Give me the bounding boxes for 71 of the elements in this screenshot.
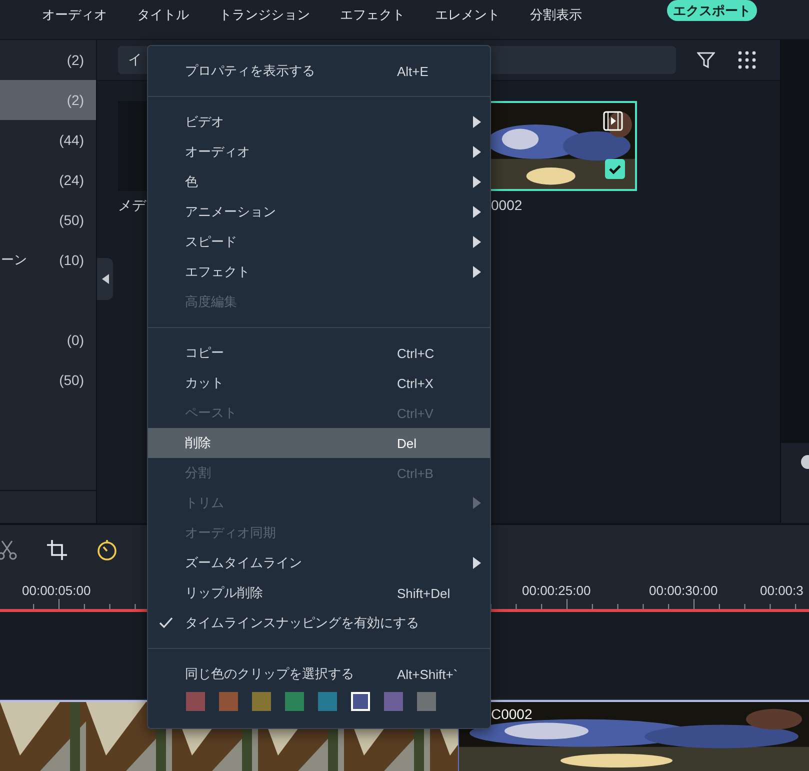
color-swatch[interactable] (351, 692, 370, 711)
film-icon (603, 111, 623, 131)
export-button[interactable]: エクスポート (667, 0, 757, 21)
menu-item[interactable]: タイトル (137, 0, 189, 24)
menu-item[interactable]: エフェクト (148, 257, 490, 287)
sidebar-item[interactable]: (2) (0, 80, 96, 120)
menu-item[interactable]: トランジション (219, 0, 310, 24)
color-swatch[interactable] (318, 692, 337, 711)
shortcut-label: Shift+Del (397, 586, 450, 600)
collapse-handle[interactable] (97, 258, 113, 300)
item-count: (10) (59, 252, 84, 268)
color-swatch[interactable] (384, 692, 403, 711)
menu-item[interactable]: リップル削除 Shift+Del (148, 578, 490, 608)
color-swatch[interactable] (417, 692, 436, 711)
item-count: (24) (59, 172, 84, 188)
sidebar-item[interactable]: (50) (0, 360, 96, 400)
sidebar-item[interactable]: ーン (10) (0, 240, 96, 280)
sidebar-item[interactable]: (50) (0, 200, 96, 240)
shortcut-label: Ctrl+X (397, 376, 434, 390)
color-swatch[interactable] (186, 692, 205, 711)
menu-item[interactable]: オーディオ (42, 0, 107, 24)
menu-item[interactable]: プロパティを表示する Alt+E (148, 56, 490, 86)
item-count: (0) (66, 332, 84, 348)
sidebar-item[interactable]: (2) (0, 40, 96, 80)
scissors-icon[interactable] (0, 539, 18, 561)
menu-item[interactable]: エフェクト (340, 0, 405, 24)
shortcut-label: Ctrl+B (397, 466, 434, 480)
menu-item[interactable]: ズームタイムライン (148, 548, 490, 578)
menu-item[interactable]: スピード (148, 227, 490, 257)
shortcut-label: Ctrl+V (397, 406, 434, 420)
crop-icon[interactable] (46, 539, 68, 561)
shortcut-label: Del (397, 436, 417, 450)
menu-item[interactable]: カット Ctrl+X (148, 368, 490, 398)
menu-item[interactable]: 同じ色のクリップを選択する Alt+Shift+` (148, 659, 490, 689)
color-swatch[interactable] (285, 692, 304, 711)
item-count: (2) (66, 52, 84, 68)
collapse-icon (102, 274, 108, 284)
sidebar-label: ーン (1, 251, 27, 269)
shortcut-label: Alt+Shift+` (397, 666, 458, 682)
color-swatch[interactable] (252, 692, 271, 711)
timer-icon[interactable] (96, 539, 118, 561)
time-label: 00:00:25:00 (522, 583, 591, 598)
color-swatch[interactable] (219, 692, 238, 711)
check-icon (605, 159, 625, 179)
time-label: 00:00:3 (760, 583, 804, 598)
video-clip[interactable]: C0002 (458, 700, 809, 771)
grid-icon[interactable] (738, 51, 756, 69)
sidebar-item[interactable]: (24) (0, 160, 96, 200)
media-name: 0002 (490, 197, 522, 213)
menu-item[interactable]: オーディオ (148, 137, 490, 167)
item-count: (2) (66, 92, 84, 108)
menu-item[interactable]: タイムラインスナッピングを有効にする (148, 608, 490, 638)
item-count: (50) (59, 372, 84, 388)
menu-item[interactable]: アニメーション (148, 197, 490, 227)
menu-item[interactable]: コピー Ctrl+C (148, 338, 490, 368)
menu-item[interactable]: エレメント (435, 0, 500, 24)
sidebar-item[interactable]: (0) (0, 320, 96, 360)
filter-icon[interactable] (697, 51, 715, 69)
menu-item[interactable]: 分割表示 (530, 0, 582, 24)
item-count: (44) (59, 132, 84, 148)
shortcut-label: Ctrl+C (397, 346, 434, 360)
menu-item[interactable]: 色 (148, 167, 490, 197)
sidebar-item[interactable]: (44) (0, 120, 96, 160)
menu-item[interactable]: 削除 Del (148, 428, 490, 458)
menu-item[interactable]: ビデオ (148, 107, 490, 137)
time-label: 00:00:30:00 (649, 583, 718, 598)
item-count: (50) (59, 212, 84, 228)
clip-name: C0002 (491, 706, 532, 722)
shortcut-label: Alt+E (397, 64, 428, 78)
time-label: 00:00:05:00 (22, 583, 91, 598)
media-name: メデ (118, 197, 146, 215)
